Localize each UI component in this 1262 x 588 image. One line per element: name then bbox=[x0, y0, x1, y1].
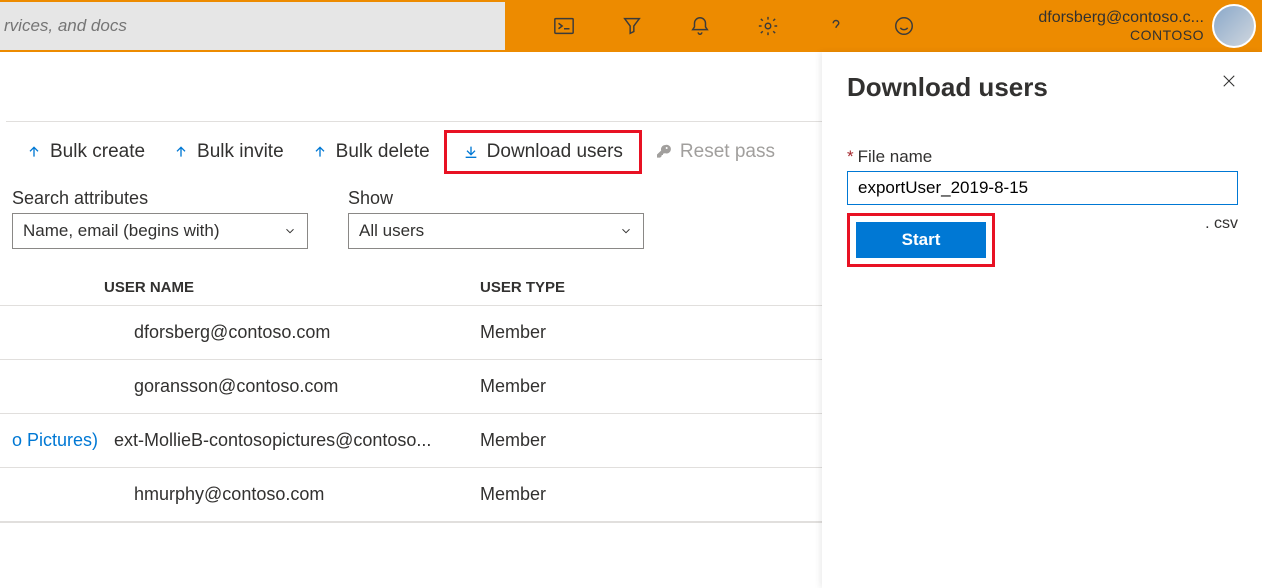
chevron-down-icon bbox=[619, 224, 633, 238]
bulk-delete-button[interactable]: Bulk delete bbox=[298, 135, 444, 169]
search-attributes-dropdown[interactable]: Name, email (begins with) bbox=[12, 213, 308, 249]
start-button[interactable]: Start bbox=[856, 222, 986, 258]
main-content: Bulk create Bulk invite Bulk delete Down… bbox=[0, 52, 822, 588]
users-table: USER NAME USER TYPE dforsberg@contoso.co… bbox=[0, 269, 822, 523]
row-prefix: o Pictures) bbox=[0, 430, 104, 451]
download-users-panel: Download users *File name Start . csv bbox=[822, 52, 1262, 588]
reset-password-label: Reset pass bbox=[680, 141, 775, 163]
show-dropdown[interactable]: All users bbox=[348, 213, 644, 249]
col-user-name[interactable]: USER NAME bbox=[104, 279, 480, 296]
cell-user-type: Member bbox=[480, 376, 546, 397]
bulk-invite-label: Bulk invite bbox=[197, 141, 284, 163]
search-attributes-value: Name, email (begins with) bbox=[23, 221, 220, 241]
bulk-invite-button[interactable]: Bulk invite bbox=[159, 135, 298, 169]
cell-user-name: dforsberg@contoso.com bbox=[104, 322, 480, 343]
account-org: CONTOSO bbox=[1038, 27, 1204, 43]
close-icon bbox=[1220, 72, 1238, 90]
file-name-label: *File name bbox=[847, 147, 1238, 167]
table-row[interactable]: dforsberg@contoso.com Member bbox=[0, 305, 822, 359]
bulk-create-label: Bulk create bbox=[50, 141, 145, 163]
panel-title: Download users bbox=[847, 72, 1048, 103]
cell-user-name: hmurphy@contoso.com bbox=[104, 484, 480, 505]
account-email: dforsberg@contoso.c... bbox=[1038, 9, 1204, 27]
cell-user-type: Member bbox=[480, 430, 546, 451]
bulk-delete-label: Bulk delete bbox=[336, 141, 430, 163]
search-attributes-label: Search attributes bbox=[12, 188, 308, 209]
filter-icon[interactable] bbox=[598, 0, 666, 52]
show-label: Show bbox=[348, 188, 644, 209]
bulk-create-button[interactable]: Bulk create bbox=[12, 135, 159, 169]
table-row[interactable]: hmurphy@contoso.com Member bbox=[0, 467, 822, 521]
table-row[interactable]: goransson@contoso.com Member bbox=[0, 359, 822, 413]
cell-user-name: ext-MollieB-contosopictures@contoso... bbox=[104, 430, 480, 451]
top-bar: dforsberg@contoso.c... CONTOSO bbox=[0, 0, 1262, 52]
help-icon[interactable] bbox=[802, 0, 870, 52]
global-search-input[interactable] bbox=[0, 2, 505, 50]
download-users-label: Download users bbox=[487, 141, 623, 163]
required-asterisk: * bbox=[847, 147, 854, 166]
cloud-shell-icon[interactable] bbox=[530, 0, 598, 52]
table-row[interactable]: o Pictures) ext-MollieB-contosopictures@… bbox=[0, 413, 822, 467]
feedback-smiley-icon[interactable] bbox=[870, 0, 938, 52]
col-user-type[interactable]: USER TYPE bbox=[480, 279, 565, 296]
topbar-icon-group bbox=[530, 0, 938, 52]
filters-row: Search attributes Name, email (begins wi… bbox=[0, 188, 822, 249]
show-value: All users bbox=[359, 221, 424, 241]
account-area[interactable]: dforsberg@contoso.c... CONTOSO bbox=[1038, 0, 1262, 52]
chevron-down-icon bbox=[283, 224, 297, 238]
close-panel-button[interactable] bbox=[1220, 72, 1238, 95]
cell-user-type: Member bbox=[480, 484, 546, 505]
cell-user-type: Member bbox=[480, 322, 546, 343]
settings-gear-icon[interactable] bbox=[734, 0, 802, 52]
reset-password-button: Reset pass bbox=[642, 135, 789, 169]
command-toolbar: Bulk create Bulk invite Bulk delete Down… bbox=[0, 122, 822, 182]
file-extension-label: . csv bbox=[1205, 213, 1238, 233]
file-name-input[interactable] bbox=[847, 171, 1238, 205]
download-users-button[interactable]: Download users bbox=[444, 130, 642, 174]
cell-user-name: goransson@contoso.com bbox=[104, 376, 480, 397]
avatar[interactable] bbox=[1212, 4, 1256, 48]
table-header: USER NAME USER TYPE bbox=[0, 269, 822, 305]
start-highlight-box: Start bbox=[847, 213, 995, 267]
notifications-icon[interactable] bbox=[666, 0, 734, 52]
